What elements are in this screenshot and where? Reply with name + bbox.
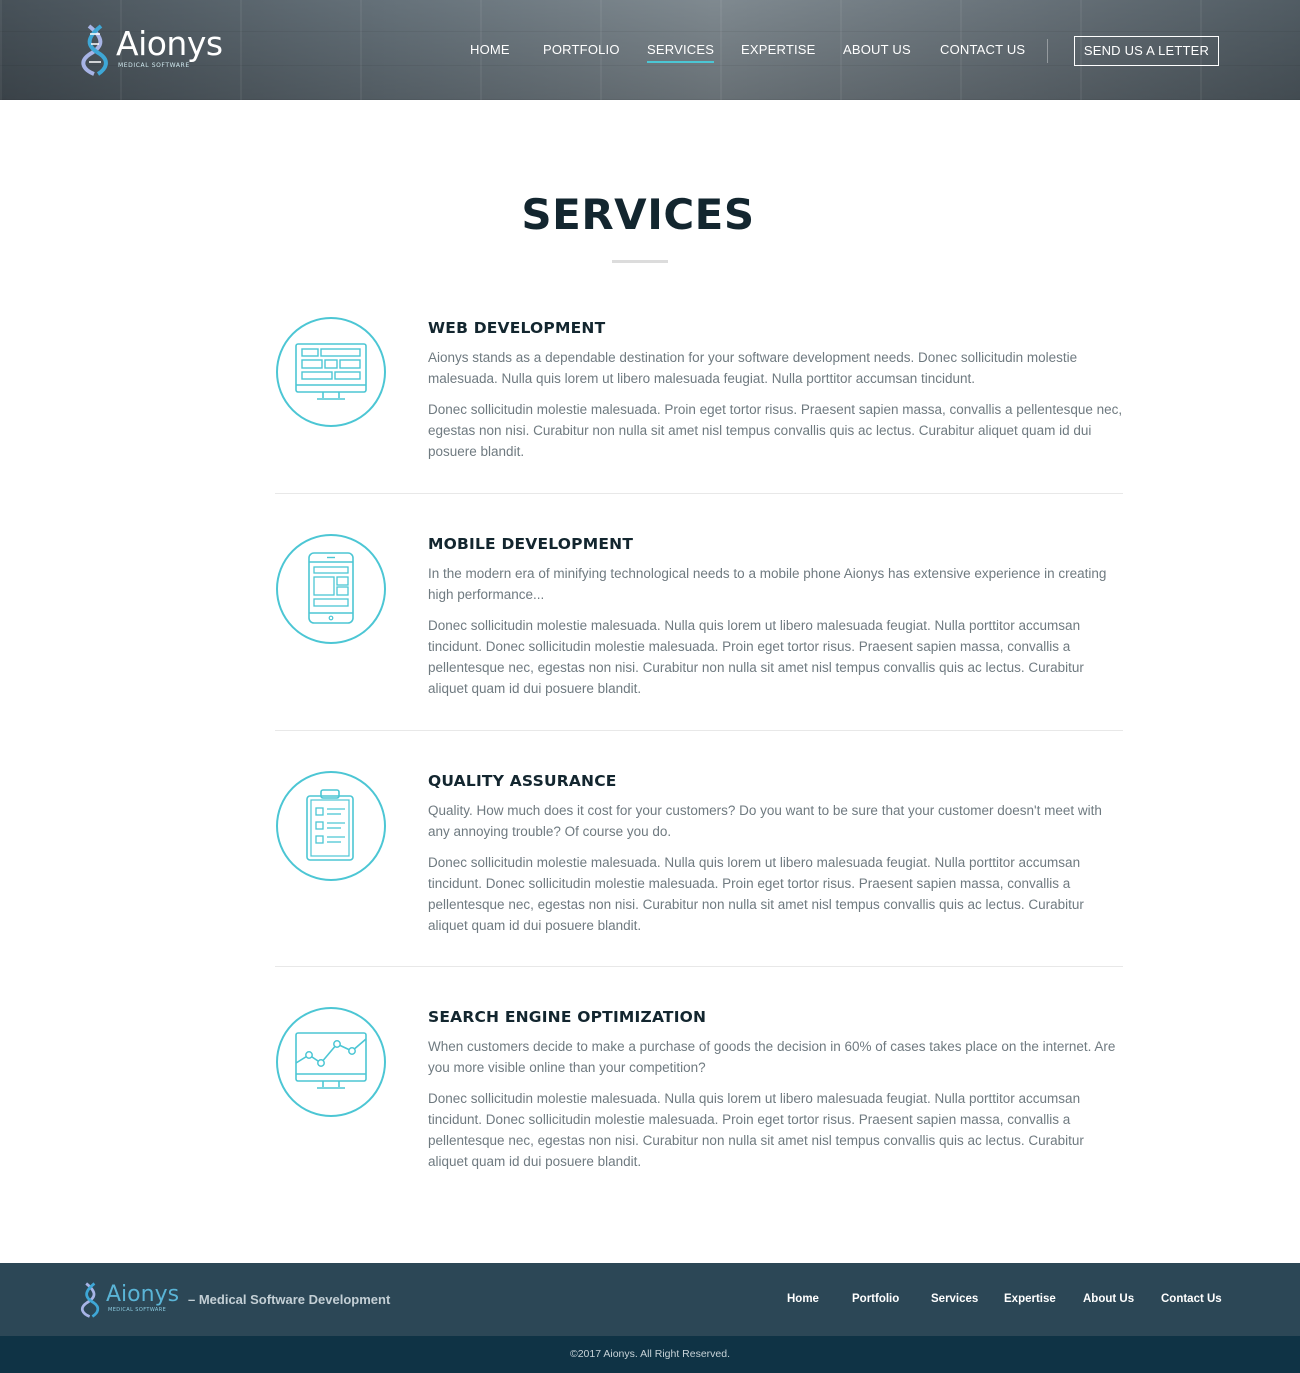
service-title: QUALITY ASSURANCE: [428, 772, 617, 790]
service-description: Donec sollicitudin molestie malesuada. P…: [428, 402, 1123, 459]
footer-nav-portfolio[interactable]: Portfolio: [852, 1293, 899, 1305]
footer-nav-expertise[interactable]: Expertise: [1004, 1293, 1056, 1305]
service-description: Donec sollicitudin molestie malesuada. N…: [428, 1091, 1084, 1169]
service-title: SEARCH ENGINE OPTIMIZATION: [428, 1008, 707, 1026]
service-description: Donec sollicitudin molestie malesuada. N…: [428, 855, 1084, 933]
footer-nav-services[interactable]: Services: [931, 1293, 978, 1305]
section-divider: [275, 493, 1123, 494]
site-footer: Aionys MEDICAL SOFTWARE – Medical Softwa…: [0, 1263, 1300, 1336]
service-title: WEB DEVELOPMENT: [428, 319, 606, 337]
send-letter-button[interactable]: SEND US A LETTER: [1074, 36, 1219, 66]
nav-divider: [1047, 39, 1048, 63]
dna-logo-icon: [81, 24, 108, 76]
footer-nav-contact-us[interactable]: Contact Us: [1161, 1293, 1222, 1305]
service-description: Donec sollicitudin molestie malesuada. N…: [428, 618, 1084, 696]
monitor-layout-icon: [276, 317, 386, 427]
section-divider: [275, 966, 1123, 967]
nav-home[interactable]: HOME: [470, 42, 510, 57]
page-title: SERVICES: [521, 190, 755, 239]
logo-subtitle: MEDICAL SOFTWARE: [118, 62, 190, 69]
footer-logo-subtitle: MEDICAL SOFTWARE: [108, 1307, 167, 1313]
service-body: QUALITY ASSURANCE Quality. How much does…: [428, 770, 1123, 936]
footer-logo[interactable]: Aionys MEDICAL SOFTWARE: [80, 1281, 190, 1321]
nav-contact-us[interactable]: CONTACT US: [940, 42, 1025, 57]
nav-about-us[interactable]: ABOUT US: [843, 42, 911, 57]
service-title: MOBILE DEVELOPMENT: [428, 535, 634, 553]
nav-services[interactable]: SERVICES: [647, 42, 715, 63]
service-intro: Aionys stands as a dependable destinatio…: [428, 350, 1078, 386]
footer-tagline: – Medical Software Development: [188, 1292, 391, 1307]
dna-logo-icon: [80, 1282, 100, 1318]
service-intro: When customers decide to make a purchase…: [428, 1039, 1116, 1075]
site-header: Aionys MEDICAL SOFTWARE HOME PORTFOLIO S…: [0, 0, 1300, 100]
copyright-bar: ©2017 Aionys. All Right Reserved.: [0, 1336, 1300, 1373]
mobile-phone-icon: [276, 534, 386, 644]
service-body: WEB DEVELOPMENT Aionys stands as a depen…: [428, 317, 1123, 462]
service-body: MOBILE DEVELOPMENT In the modern era of …: [428, 533, 1123, 699]
logo-name: Aionys: [116, 24, 223, 63]
service-intro: In the modern era of minifying technolog…: [428, 566, 1107, 602]
monitor-chart-icon: [276, 1007, 386, 1117]
copyright-text: ©2017 Aionys. All Right Reserved.: [569, 1348, 731, 1360]
footer-nav-home[interactable]: Home: [787, 1293, 819, 1305]
nav-portfolio[interactable]: PORTFOLIO: [543, 42, 620, 57]
title-underline: [612, 260, 668, 263]
service-intro: Quality. How much does it cost for your …: [428, 803, 1102, 839]
section-divider: [275, 730, 1123, 731]
service-body: SEARCH ENGINE OPTIMIZATION When customer…: [428, 1006, 1123, 1172]
clipboard-checklist-icon: [276, 771, 386, 881]
logo[interactable]: Aionys MEDICAL SOFTWARE: [80, 22, 230, 78]
footer-logo-name: Aionys: [106, 1282, 180, 1307]
footer-nav-about-us[interactable]: About Us: [1083, 1293, 1134, 1305]
nav-expertise[interactable]: EXPERTISE: [741, 42, 816, 57]
